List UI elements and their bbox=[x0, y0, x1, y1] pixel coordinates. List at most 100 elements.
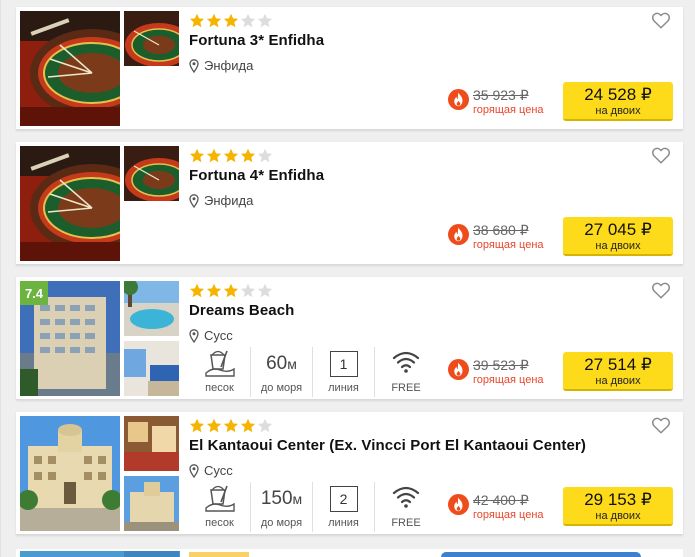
feature-beach: песок bbox=[189, 482, 251, 532]
star-filled-icon bbox=[189, 418, 205, 433]
star-rating bbox=[189, 148, 273, 164]
star-filled-icon bbox=[223, 148, 239, 163]
beach-line-number: 1 bbox=[329, 351, 358, 377]
hotel-photo-main[interactable] bbox=[20, 11, 120, 126]
hotel-photo-thumb-2[interactable] bbox=[124, 71, 179, 126]
beach-line-label: линия bbox=[328, 517, 359, 529]
hot-price-label: горящая цена bbox=[473, 239, 544, 251]
old-price: 39 523 ₽ bbox=[473, 357, 529, 373]
old-price: 35 923 ₽ bbox=[473, 87, 529, 103]
price-value: 27 514 ₽ bbox=[584, 355, 652, 374]
location-name: Энфида bbox=[204, 58, 254, 73]
hotel-name[interactable]: Dreams Beach bbox=[189, 302, 294, 319]
hotel-photo-main[interactable] bbox=[20, 416, 120, 531]
heart-outline-icon[interactable] bbox=[651, 146, 671, 164]
hotel-location: Энфида bbox=[189, 193, 253, 208]
star-rating bbox=[189, 283, 273, 299]
heart-outline-icon[interactable] bbox=[651, 281, 671, 299]
location-name: Сусс bbox=[204, 463, 233, 478]
wifi-icon bbox=[392, 351, 420, 373]
hotel-card[interactable]: Fortuna 4* Enfidha Энфида 38 680 ₽ горящ… bbox=[16, 142, 683, 265]
old-price: 38 680 ₽ bbox=[473, 222, 529, 238]
beach-line-number: 2 bbox=[329, 486, 358, 512]
feature-sea-distance: 60м до моря bbox=[251, 347, 313, 397]
old-price: 42 400 ₽ bbox=[473, 492, 529, 508]
price-subtitle: на двоих bbox=[595, 375, 641, 387]
feature-sea-distance: 150м до моря bbox=[251, 482, 313, 532]
price-subtitle: на двоих bbox=[595, 510, 641, 522]
feature-wifi: FREE bbox=[375, 482, 437, 532]
star-filled-icon bbox=[223, 418, 239, 433]
hotel-card[interactable]: Fortuna 3* Enfidha Энфида 35 923 ₽ горящ… bbox=[16, 7, 683, 130]
star-filled-icon bbox=[189, 283, 205, 298]
star-empty-icon bbox=[257, 148, 273, 163]
hotel-photo-thumb-1[interactable] bbox=[124, 281, 179, 336]
star-filled-icon bbox=[240, 148, 256, 163]
hotel-photo-thumb-2[interactable] bbox=[124, 476, 179, 531]
map-pin-icon bbox=[189, 463, 199, 478]
sand-bucket-icon bbox=[204, 350, 235, 377]
star-rating bbox=[189, 418, 273, 434]
page-edge-divider bbox=[0, 0, 1, 557]
wifi-label: FREE bbox=[391, 517, 421, 529]
location-name: Сусс bbox=[204, 328, 233, 343]
star-empty-icon bbox=[257, 13, 273, 28]
hotel-photo-thumb-1[interactable] bbox=[124, 11, 179, 66]
location-name: Энфида bbox=[204, 193, 254, 208]
beach-line-label: линия bbox=[328, 382, 359, 394]
fire-icon bbox=[448, 224, 469, 245]
hotel-features: песок 150м до моря 2 линия FREE bbox=[189, 482, 437, 532]
price-subtitle: на двоих bbox=[595, 105, 641, 117]
heart-outline-icon[interactable] bbox=[651, 11, 671, 29]
hotel-photo-thumb-2[interactable] bbox=[124, 206, 179, 261]
star-empty-icon bbox=[240, 13, 256, 28]
hotel-location: Сусс bbox=[189, 463, 233, 478]
star-filled-icon bbox=[240, 418, 256, 433]
heart-outline-icon[interactable] bbox=[651, 416, 671, 434]
hotel-card[interactable]: El Kantaoui Center (Ex. Vincci Port El K… bbox=[16, 412, 683, 535]
price-button[interactable]: 27 514 ₽ на двоих bbox=[563, 352, 673, 391]
sea-distance-label: до моря bbox=[260, 382, 303, 394]
sea-distance-value: 150м bbox=[260, 488, 303, 509]
map-pin-icon bbox=[189, 193, 199, 208]
hotel-name[interactable]: Fortuna 3* Enfidha bbox=[189, 32, 324, 49]
price-button[interactable]: 24 528 ₽ на двоих bbox=[563, 82, 673, 121]
star-filled-icon bbox=[223, 283, 239, 298]
hot-price-label: горящая цена bbox=[473, 374, 544, 386]
hotel-photo-main[interactable] bbox=[20, 146, 120, 261]
sea-distance-value: 60м bbox=[266, 353, 297, 374]
fire-icon bbox=[448, 359, 469, 380]
map-pin-icon bbox=[189, 58, 199, 73]
price-button[interactable]: 27 045 ₽ на двоих bbox=[563, 217, 673, 256]
fire-icon bbox=[448, 89, 469, 110]
hotel-photo-thumb-2[interactable] bbox=[124, 341, 179, 396]
price-value: 27 045 ₽ bbox=[584, 220, 652, 239]
star-empty-icon bbox=[240, 283, 256, 298]
fire-icon bbox=[448, 494, 469, 515]
hotel-photo-thumb-1[interactable] bbox=[124, 416, 179, 471]
hotel-card[interactable]: Dreams Beach Сусс 39 523 ₽ горящая цена … bbox=[16, 277, 683, 400]
star-filled-icon bbox=[189, 13, 205, 28]
price-subtitle: на двоих bbox=[595, 240, 641, 252]
feature-beach: песок bbox=[189, 347, 251, 397]
wifi-label: FREE bbox=[391, 382, 421, 394]
feature-beach-line: 2 линия bbox=[313, 482, 375, 532]
star-filled-icon bbox=[206, 148, 222, 163]
review-score-badge: 7.4 bbox=[20, 281, 48, 305]
hot-price-label: горящая цена bbox=[473, 104, 544, 116]
hotel-name[interactable]: Fortuna 4* Enfidha bbox=[189, 167, 324, 184]
star-filled-icon bbox=[206, 13, 222, 28]
hotel-location: Энфида bbox=[189, 58, 253, 73]
hotel-photo-thumb-1[interactable] bbox=[124, 146, 179, 201]
map-pin-icon bbox=[189, 328, 199, 343]
price-value: 29 153 ₽ bbox=[584, 490, 652, 509]
feature-wifi: FREE bbox=[375, 347, 437, 397]
hotel-location: Сусс bbox=[189, 328, 233, 343]
star-filled-icon bbox=[206, 418, 222, 433]
wifi-icon bbox=[392, 486, 420, 508]
star-empty-icon bbox=[257, 418, 273, 433]
sand-bucket-icon bbox=[204, 485, 235, 512]
hotel-name[interactable]: El Kantaoui Center (Ex. Vincci Port El K… bbox=[189, 437, 586, 454]
price-button[interactable]: 29 153 ₽ на двоих bbox=[563, 487, 673, 526]
price-value: 24 528 ₽ bbox=[584, 85, 652, 104]
